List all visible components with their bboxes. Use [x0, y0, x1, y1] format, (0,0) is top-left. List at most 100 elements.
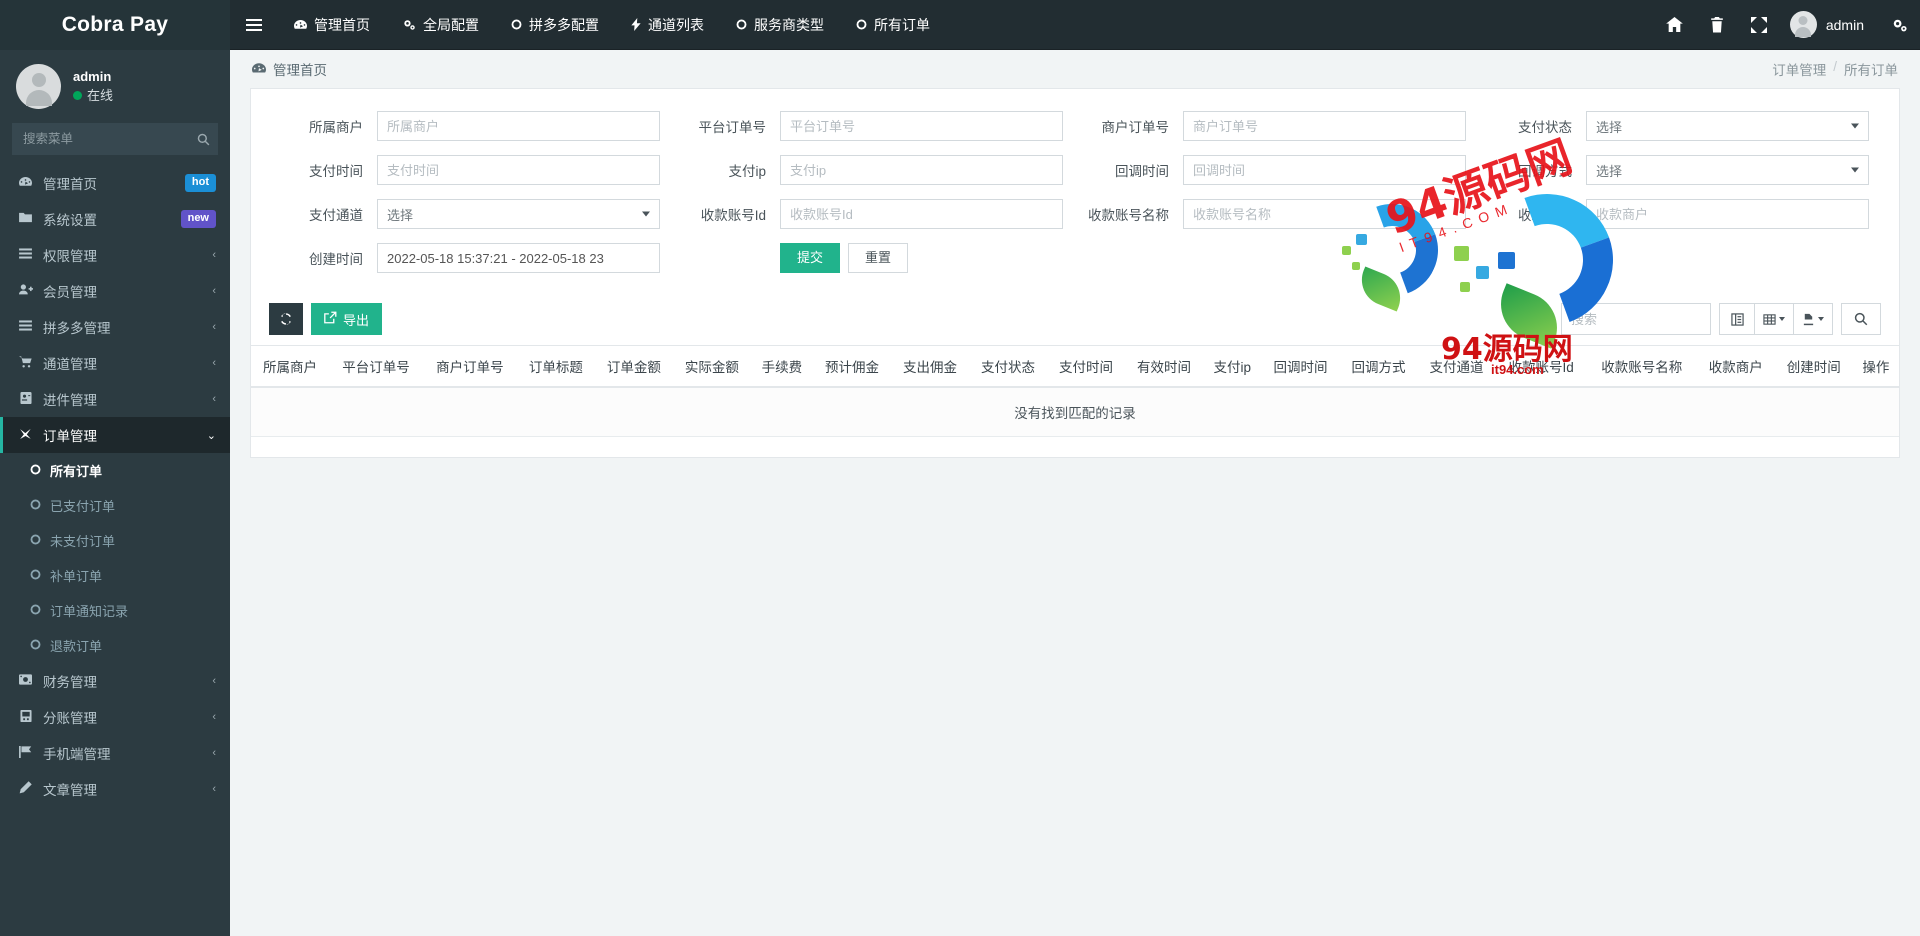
table-column-header[interactable]: 平台订单号	[329, 345, 423, 388]
table-search-input[interactable]	[1561, 303, 1711, 335]
reset-button[interactable]: 重置	[848, 243, 909, 273]
table-column-header[interactable]: 支出佣金	[890, 345, 969, 388]
table-column-header[interactable]: 支付ip	[1202, 345, 1262, 388]
circle-icon	[30, 499, 41, 513]
sidebar-subitem-3[interactable]: 未支付订单	[0, 523, 230, 558]
sidebar-item-label: 会员管理	[43, 285, 97, 300]
home-icon[interactable]	[1654, 0, 1696, 50]
pay-ip-input[interactable]	[780, 155, 1063, 185]
field-pay-channel: 支付通道 选择	[269, 199, 672, 229]
table-column-header[interactable]: 创建时间	[1774, 345, 1853, 388]
table-column-header[interactable]: 订单金额	[594, 345, 673, 388]
nav-link-3[interactable]: 拼多多配置	[495, 0, 615, 50]
fullscreen-icon[interactable]	[1738, 0, 1780, 50]
table-column-header[interactable]: 有效时间	[1124, 345, 1203, 388]
table-column-header[interactable]: 预计佣金	[812, 345, 891, 388]
breadcrumb-left[interactable]: 管理首页	[252, 59, 327, 79]
search-icon[interactable]	[190, 127, 216, 151]
pay-status-select[interactable]: 选择	[1586, 111, 1869, 141]
sidebar-subitem-5[interactable]: 订单通知记录	[0, 593, 230, 628]
table-column-header[interactable]: 收款账号名称	[1586, 345, 1697, 388]
merchant-input[interactable]	[377, 111, 660, 141]
breadcrumb-parent[interactable]: 订单管理	[1772, 59, 1826, 79]
payee-account-id-input[interactable]	[780, 199, 1063, 229]
circle-icon	[736, 19, 747, 30]
empty-message: 没有找到匹配的记录	[251, 387, 1899, 437]
sidebar-item-label: 拼多多管理	[43, 321, 111, 336]
refresh-icon[interactable]	[269, 303, 303, 335]
columns-icon[interactable]	[1719, 303, 1755, 335]
field-payee-merchant: 收款商户	[1478, 199, 1881, 229]
table-column-header[interactable]: 订单标题	[516, 345, 595, 388]
menu-search-input[interactable]	[12, 123, 218, 155]
table-column-header[interactable]: 支付通道	[1417, 345, 1496, 388]
table-column-header[interactable]: 支付状态	[968, 345, 1047, 388]
platform-order-no-input[interactable]	[780, 111, 1063, 141]
nav-link-2[interactable]: 全局配置	[386, 0, 495, 50]
sidebar-subitem-2[interactable]: 已支付订单	[0, 488, 230, 523]
gears-icon[interactable]	[1878, 0, 1920, 50]
table-column-header[interactable]: 收款账号Id	[1495, 345, 1587, 388]
grid-icon[interactable]	[1754, 303, 1794, 335]
sidebar-subitem-label: 订单通知记录	[50, 604, 129, 619]
circle-icon	[30, 639, 41, 653]
create-time-input[interactable]	[377, 243, 660, 273]
table-column-header[interactable]: 实际金额	[672, 345, 751, 388]
pay-time-input[interactable]	[377, 155, 660, 185]
sidebar-menu: 管理首页 hot 系统设置 new 权限管理 ‹ 会员管理 ‹ 拼多多管理 ‹ 通道管理 ‹ 进件管理 ‹…	[0, 165, 230, 807]
sidebar-item-6[interactable]: 通道管理 ‹	[0, 345, 230, 381]
payee-account-name-input[interactable]	[1183, 199, 1466, 229]
sidebar-item-10[interactable]: 分账管理 ‹	[0, 699, 230, 735]
sidebar-item-2[interactable]: 系统设置 new	[0, 201, 230, 237]
sidebar-item-9[interactable]: 财务管理 ‹	[0, 663, 230, 699]
list-icon	[17, 248, 34, 262]
bolt-icon	[631, 18, 641, 31]
sidebar-subitem-4[interactable]: 补单订单	[0, 558, 230, 593]
sidebar-item-7[interactable]: 进件管理 ‹	[0, 381, 230, 417]
nav-link-1[interactable]: 管理首页	[278, 0, 386, 50]
hamburger-icon[interactable]	[230, 0, 278, 50]
table-column-header[interactable]: 支付时间	[1046, 345, 1125, 388]
merchant-order-no-input[interactable]	[1183, 111, 1466, 141]
sidebar-subitem-6[interactable]: 退款订单	[0, 628, 230, 663]
sidebar-item-4[interactable]: 会员管理 ‹	[0, 273, 230, 309]
sidebar-item-8[interactable]: 订单管理 ⌄	[0, 417, 230, 453]
order-search-form: 所属商户平台订单号商户订单号支付状态选择支付时间支付ip回调时间回调方式选择支付…	[251, 89, 1899, 295]
sidebar-subitem-1[interactable]: 所有订单	[0, 453, 230, 488]
nav-link-5[interactable]: 服务商类型	[720, 0, 840, 50]
nav-link-6[interactable]: 所有订单	[840, 0, 946, 50]
form-spacer	[1478, 243, 1881, 273]
form-rows: 所属商户平台订单号商户订单号支付状态选择支付时间支付ip回调时间回调方式选择支付…	[269, 111, 1881, 229]
callback-time-input[interactable]	[1183, 155, 1466, 185]
table-header-row: 所属商户 平台订单号 商户订单号 订单标题 订单金额 实际金额 手续费 预计佣金 支出佣金 支付状…	[251, 345, 1899, 388]
sidebar-item-12[interactable]: 文章管理 ‹	[0, 771, 230, 807]
table-column-header[interactable]: 所属商户	[251, 345, 329, 388]
pay-channel-select[interactable]: 选择	[377, 199, 660, 229]
submit-button[interactable]: 提交	[780, 243, 841, 273]
sidebar-user-panel[interactable]: admin 在线	[0, 50, 230, 123]
sidebar-item-11[interactable]: 手机端管理 ‹	[0, 735, 230, 771]
sidebar-item-label: 手机端管理	[43, 747, 111, 762]
print-icon[interactable]	[1793, 303, 1833, 335]
table-column-header[interactable]: 操作	[1852, 345, 1899, 388]
top-nav-user[interactable]: admin	[1780, 11, 1878, 38]
table-column-header[interactable]: 商户订单号	[422, 345, 517, 388]
breadcrumb-right: 订单管理 / 所有订单	[1772, 59, 1898, 79]
sidebar-item-1[interactable]: 管理首页 hot	[0, 165, 230, 201]
nav-link-4[interactable]: 通道列表	[615, 0, 720, 50]
trash-icon[interactable]	[1696, 0, 1738, 50]
table-column-header[interactable]: 手续费	[750, 345, 813, 388]
table-column-header[interactable]: 回调时间	[1261, 345, 1340, 388]
orders-panel: 94源码网 IT94.COM 94源码网 it94.com 所属商户平台订单号商…	[250, 88, 1900, 458]
export-button[interactable]: 导出	[311, 303, 383, 335]
sidebar-user-name: admin	[73, 68, 112, 84]
callback-method-select[interactable]: 选择	[1586, 155, 1869, 185]
table-column-header[interactable]: 收款商户	[1696, 345, 1775, 388]
field-pay-time: 支付时间	[269, 155, 672, 185]
book-icon	[17, 709, 34, 725]
sidebar-item-3[interactable]: 权限管理 ‹	[0, 237, 230, 273]
payee-merchant-input[interactable]	[1586, 199, 1869, 229]
sidebar-item-5[interactable]: 拼多多管理 ‹	[0, 309, 230, 345]
table-column-header[interactable]: 回调方式	[1339, 345, 1418, 388]
search-icon[interactable]	[1841, 303, 1881, 335]
